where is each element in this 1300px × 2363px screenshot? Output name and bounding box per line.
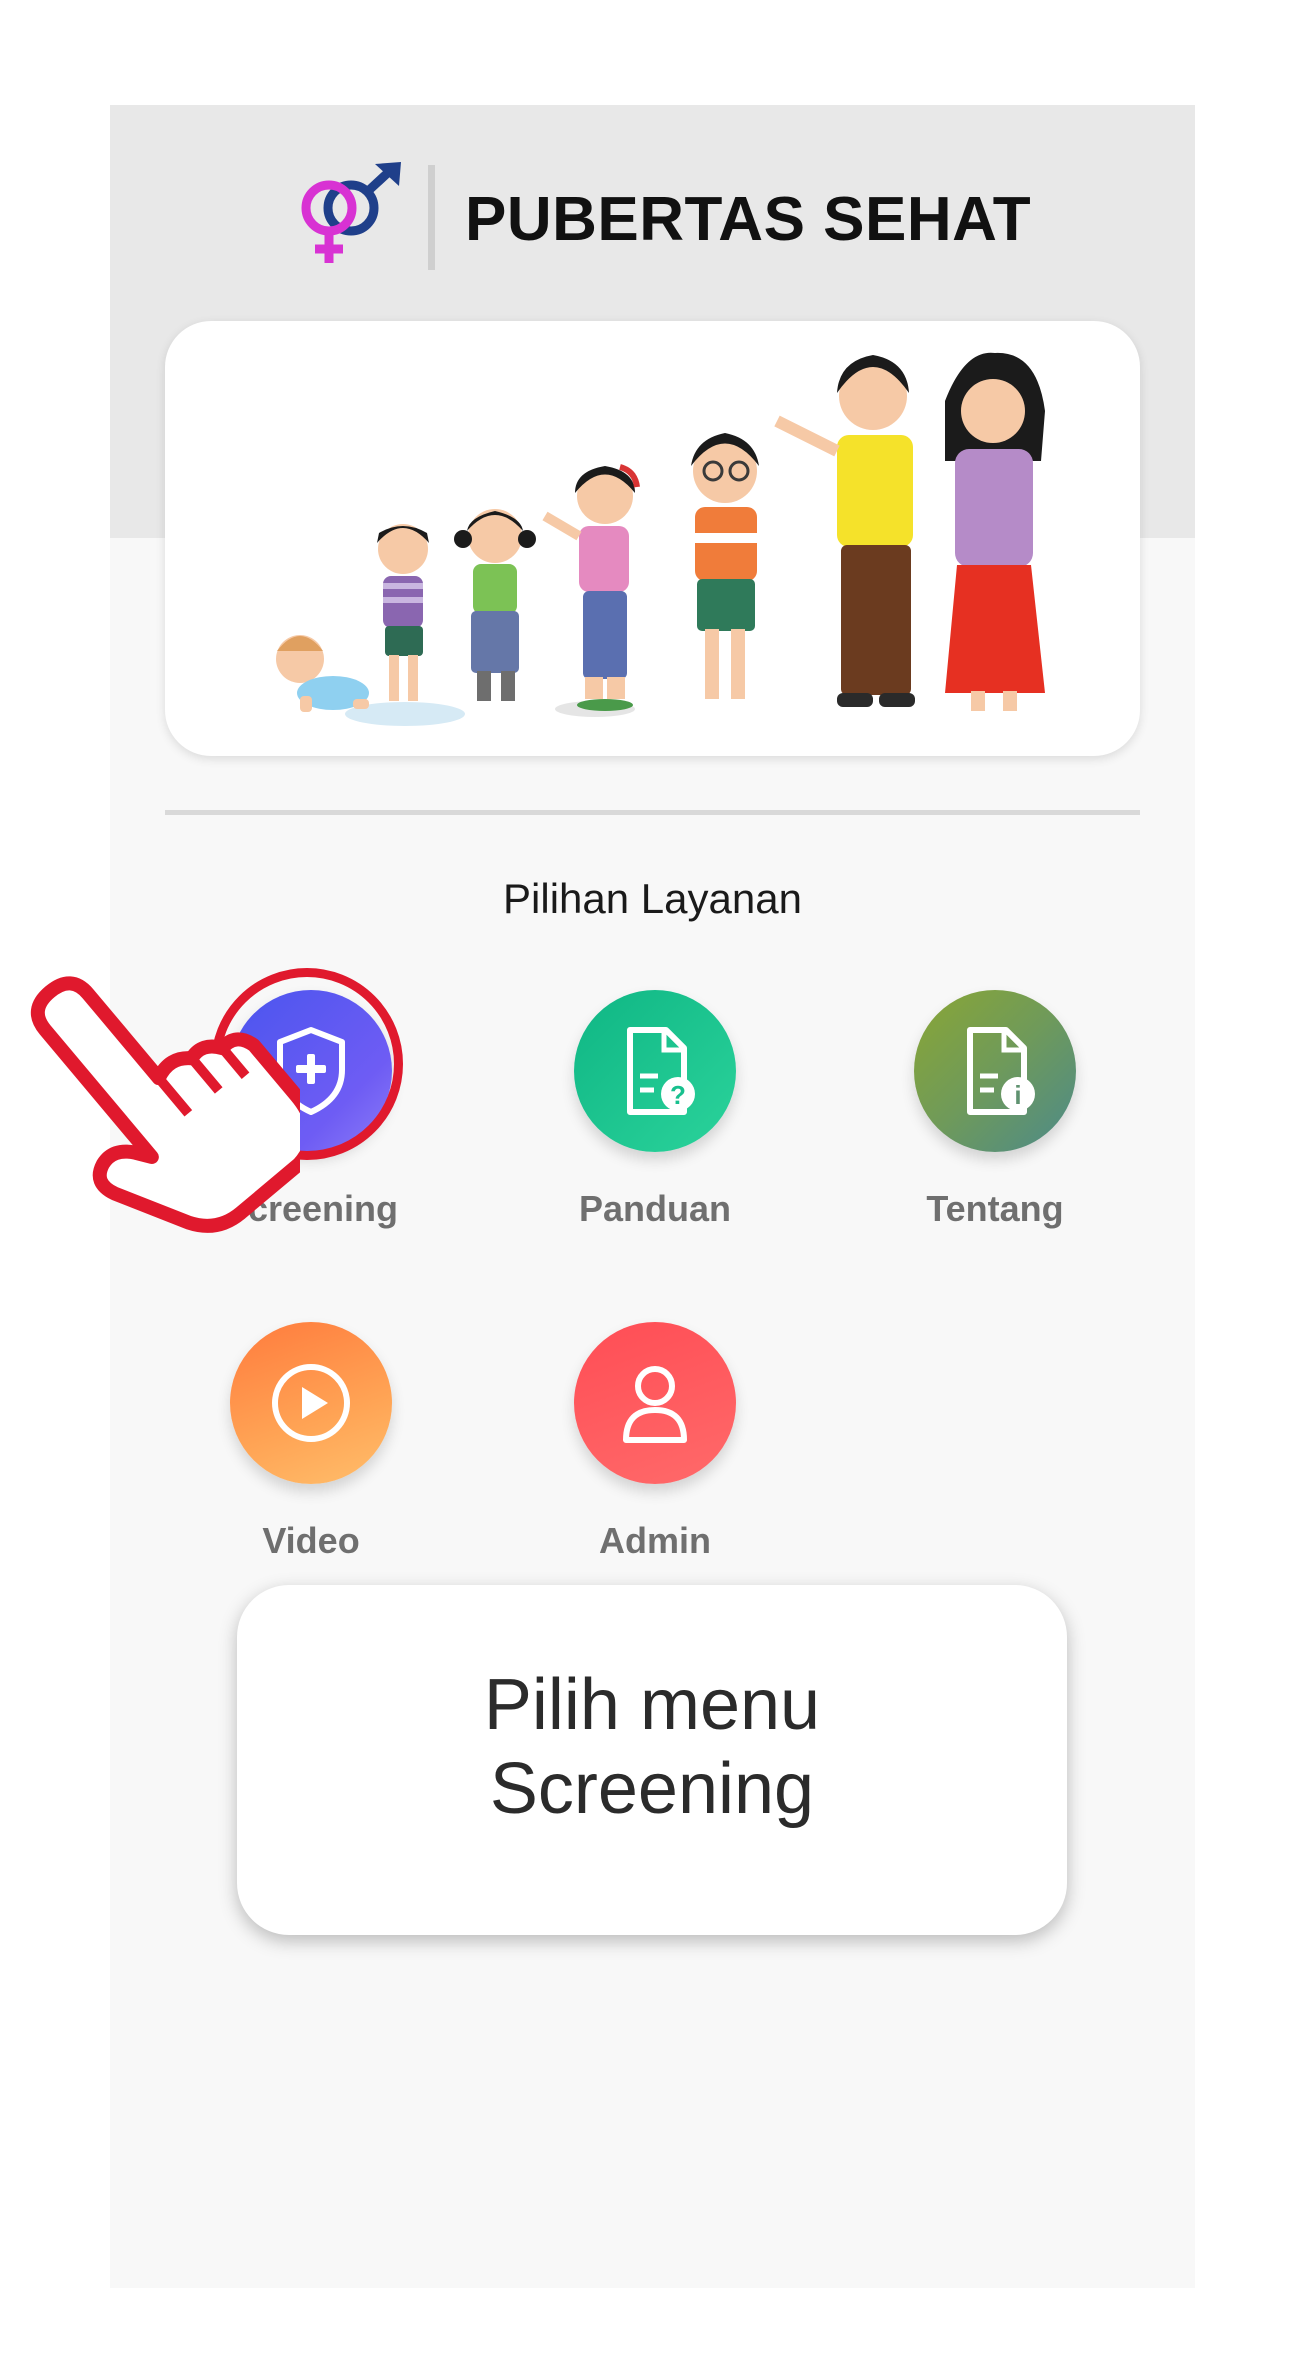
menu-item-admin[interactable]: Admin [535, 1322, 775, 1582]
app-screen: PUBERTAS SEHAT Pilihan Layanan Screening… [110, 105, 1195, 2288]
shield-plus-icon [277, 1027, 345, 1115]
menu-item-screening[interactable]: Screening [191, 990, 431, 1250]
document-question-icon: ? [627, 1027, 695, 1115]
tentang-button[interactable]: i [914, 990, 1076, 1152]
menu-item-panduan[interactable]: ? Panduan [535, 990, 775, 1250]
tutorial-tooltip: Pilih menu Screening [237, 1585, 1067, 1935]
tooltip-text: Pilih menu Screening [237, 1663, 1067, 1831]
section-title: Pilihan Layanan [503, 875, 802, 922]
admin-button[interactable] [574, 1322, 736, 1484]
tooltip-line-1: Pilih menu [483, 1665, 821, 1745]
tooltip-line-2: Screening [489, 1749, 815, 1829]
svg-text:?: ? [670, 1080, 686, 1110]
section-divider [165, 810, 1140, 815]
menu-label: Video [262, 1520, 360, 1561]
app-header: PUBERTAS SEHAT [110, 160, 1195, 272]
play-circle-icon [272, 1364, 350, 1442]
video-button[interactable] [230, 1322, 392, 1484]
document-info-icon: i [967, 1027, 1035, 1115]
growth-stages-illustration [165, 321, 1140, 756]
header-divider [428, 165, 435, 270]
menu-label: Screening [223, 1188, 399, 1229]
menu-label: Panduan [578, 1188, 731, 1229]
panduan-button[interactable]: ? [574, 990, 736, 1152]
menu-label: Admin [599, 1520, 711, 1561]
menu-item-tentang[interactable]: i Tentang [875, 990, 1115, 1250]
user-icon [623, 1366, 687, 1443]
menu-item-video[interactable]: Video [191, 1322, 431, 1582]
gender-symbols-icon [293, 160, 405, 272]
svg-text:i: i [1014, 1080, 1021, 1110]
screening-button[interactable] [230, 990, 392, 1152]
app-title: PUBERTAS SEHAT [465, 185, 1032, 254]
menu-label: Tentang [926, 1188, 1064, 1229]
